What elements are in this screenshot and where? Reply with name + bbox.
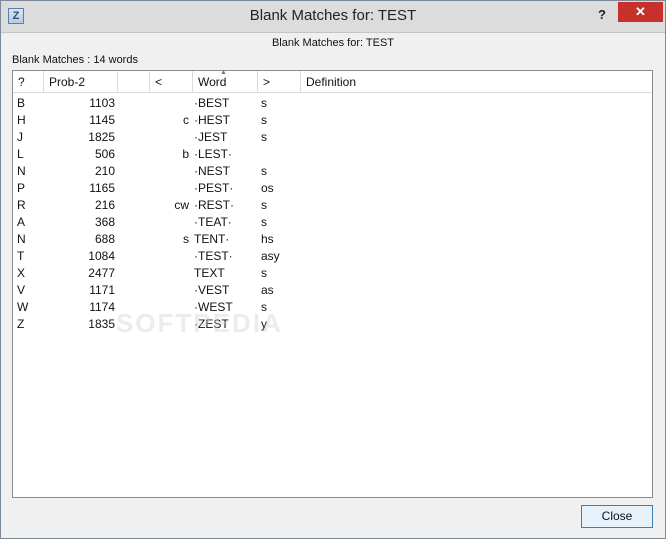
blank-letter: H xyxy=(17,113,26,127)
blank-letter: W xyxy=(17,300,29,314)
table-row[interactable]: H 1145 c ·HEST s xyxy=(13,112,652,129)
word: ·TEST· xyxy=(194,249,233,263)
results-list[interactable]: ? Prob-2 < ▲ Word > Definition B 1103 ·B… xyxy=(12,69,653,498)
column-header-front-hooks[interactable]: < xyxy=(150,71,193,93)
column-header-definition[interactable]: Definition xyxy=(301,71,652,93)
probability-value: 506 xyxy=(94,147,115,161)
blank-letter: X xyxy=(17,266,26,280)
probability-value: 216 xyxy=(94,198,115,212)
help-button[interactable]: ? xyxy=(591,5,613,25)
back-hooks: asy xyxy=(261,249,280,263)
blank-letter: B xyxy=(17,96,26,110)
probability-value: 1174 xyxy=(89,300,115,314)
word: ·BEST xyxy=(194,96,230,110)
word: ·NEST xyxy=(194,164,230,178)
back-hooks: s xyxy=(261,215,267,229)
blank-letter: N xyxy=(17,164,26,178)
probability-value: 210 xyxy=(94,164,115,178)
back-hooks: s xyxy=(261,113,267,127)
match-count-prefix: Blank Matches : xyxy=(12,54,91,66)
word: ·HEST xyxy=(194,113,230,127)
back-hooks: s xyxy=(261,164,267,178)
match-count-value: 14 words xyxy=(93,54,138,66)
blank-letter: V xyxy=(17,283,26,297)
softpedia-watermark: SOFTPEDIA xyxy=(116,308,283,338)
blank-matches-window: Z Blank Matches for: TEST ? ✕ Blank Matc… xyxy=(0,0,666,539)
table-row[interactable]: R 216 cw ·REST· s xyxy=(13,197,652,214)
probability-value: 1103 xyxy=(89,96,115,110)
results-heading: Blank Matches for: TEST xyxy=(271,37,395,49)
blank-letter: R xyxy=(17,198,26,212)
column-header-probability[interactable]: Prob-2 xyxy=(44,71,118,93)
word: ·TEAT· xyxy=(194,215,232,229)
table-row[interactable]: X 2477 TEXT s xyxy=(13,265,652,282)
probability-value: 1825 xyxy=(88,130,115,144)
word: TENT· xyxy=(194,232,230,246)
blank-letter: A xyxy=(17,215,26,229)
table-row[interactable]: T 1084 ·TEST· asy xyxy=(13,248,652,265)
column-header-blank[interactable]: ? xyxy=(13,71,44,93)
probability-value: 1835 xyxy=(88,317,115,331)
window-title: Blank Matches for: TEST xyxy=(249,7,417,24)
match-count-label: Blank Matches : 14 words xyxy=(12,54,138,66)
table-row[interactable]: N 210 ·NEST s xyxy=(13,163,652,180)
word: TEXT xyxy=(194,266,225,280)
blank-letter: J xyxy=(17,130,23,144)
table-row[interactable]: V 1171 ·VEST as xyxy=(13,282,652,299)
word: ·VEST xyxy=(194,283,230,297)
table-row[interactable]: W 1174 ·WEST s xyxy=(13,299,652,316)
back-hooks: as xyxy=(261,283,274,297)
back-hooks: os xyxy=(261,181,274,195)
table-row[interactable]: L 506 b ·LEST· xyxy=(13,146,652,163)
word: ·REST· xyxy=(194,198,234,212)
table-row[interactable]: J 1825 ·JEST s xyxy=(13,129,652,146)
probability-value: 368 xyxy=(94,215,115,229)
sort-ascending-icon: ▲ xyxy=(220,69,227,76)
blank-letter: P xyxy=(17,181,26,195)
window-close-button[interactable]: ✕ xyxy=(618,2,663,22)
table-row[interactable]: P 1165 ·PEST· os xyxy=(13,180,652,197)
probability-value: 1145 xyxy=(89,113,115,127)
front-hooks: cw xyxy=(174,198,189,212)
back-hooks: s xyxy=(261,198,267,212)
probability-value: 688 xyxy=(94,232,115,246)
back-hooks: s xyxy=(261,130,267,144)
result-rows: B 1103 ·BEST s H 1145 c ·HEST s J 1825 ·… xyxy=(13,95,652,333)
column-header-word[interactable]: ▲ Word xyxy=(193,69,258,93)
table-row[interactable]: B 1103 ·BEST s xyxy=(13,95,652,112)
word: ·PEST· xyxy=(194,181,234,195)
front-hooks: b xyxy=(182,147,189,161)
probability-value: 1171 xyxy=(89,283,115,297)
table-row[interactable]: A 368 ·TEAT· s xyxy=(13,214,652,231)
blank-letter: L xyxy=(17,147,24,161)
blank-letter: Z xyxy=(17,317,25,331)
word: ·LEST· xyxy=(194,147,233,161)
back-hooks: hs xyxy=(261,232,274,246)
table-row[interactable]: N 688 s TENT· hs xyxy=(13,231,652,248)
front-hooks: c xyxy=(183,113,189,127)
close-icon: ✕ xyxy=(635,4,646,19)
blank-letter: T xyxy=(17,249,25,263)
title-bar[interactable]: Z Blank Matches for: TEST ? ✕ xyxy=(1,1,665,33)
word: ·JEST xyxy=(194,130,228,144)
column-header-empty[interactable] xyxy=(118,71,150,93)
probability-value: 1084 xyxy=(88,249,115,263)
close-button[interactable]: Close xyxy=(581,505,653,528)
blank-letter: N xyxy=(17,232,26,246)
back-hooks: s xyxy=(261,96,267,110)
column-header-back-hooks[interactable]: > xyxy=(258,71,301,93)
probability-value: 1165 xyxy=(89,181,115,195)
front-hooks: s xyxy=(183,232,189,246)
table-row[interactable]: Z 1835 ·ZEST y xyxy=(13,316,652,333)
back-hooks: s xyxy=(261,266,267,280)
probability-value: 2477 xyxy=(88,266,115,280)
